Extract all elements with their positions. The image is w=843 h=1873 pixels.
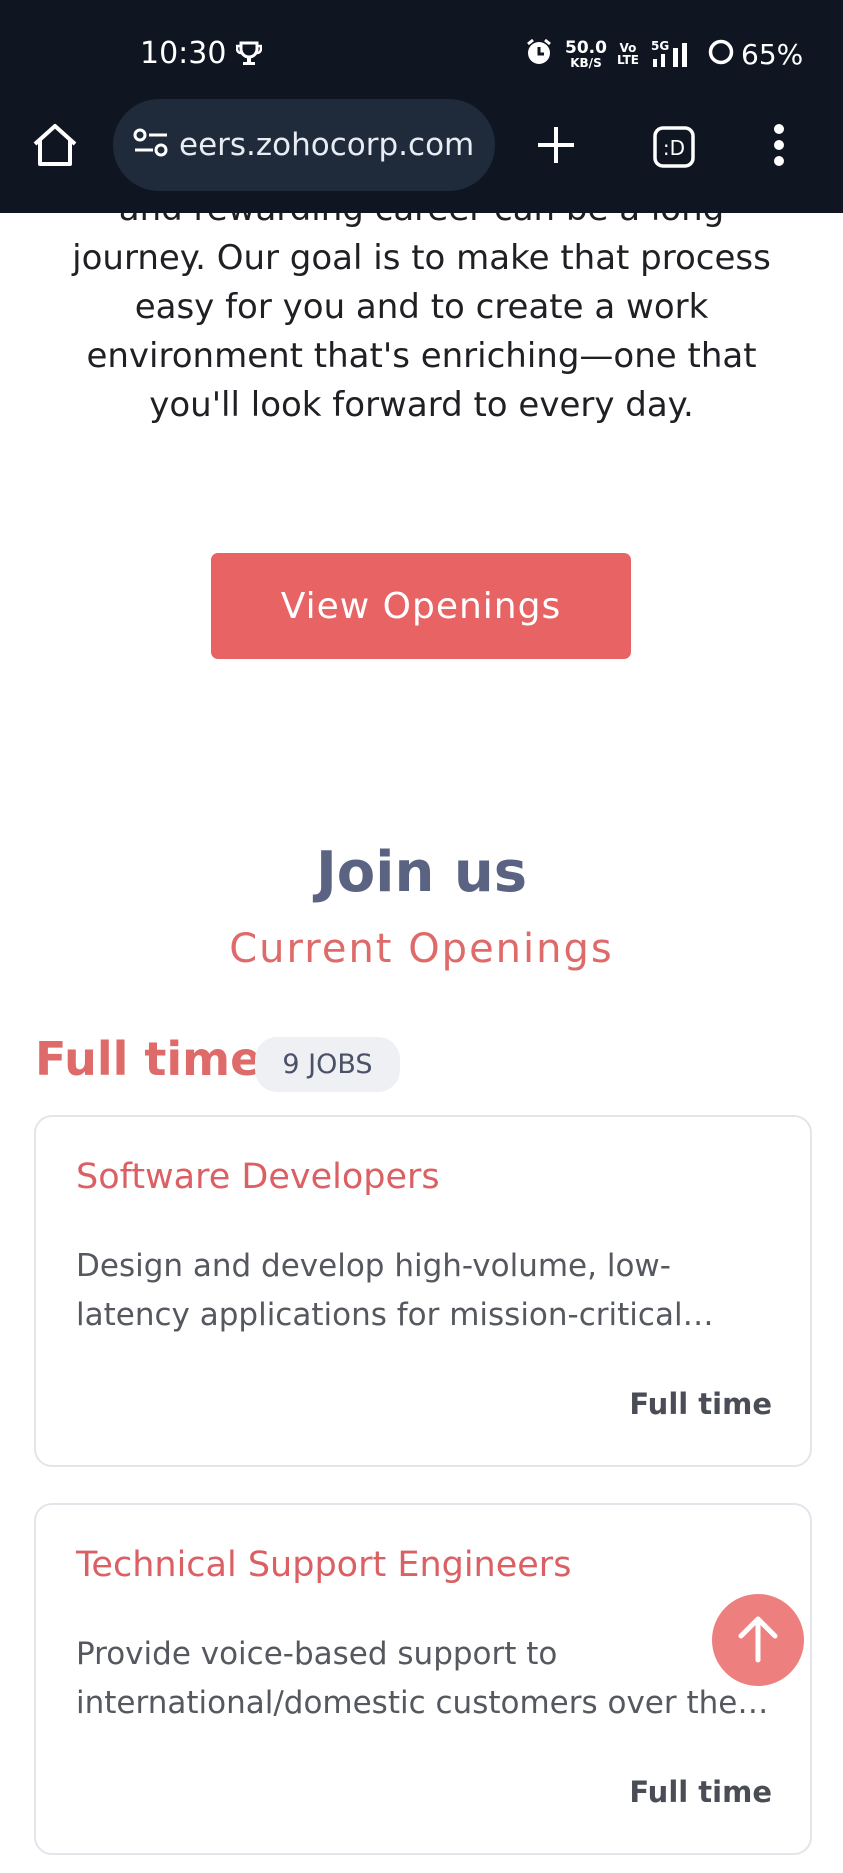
more-menu-icon[interactable] [772, 124, 786, 171]
battery-percent: 65% [741, 37, 804, 71]
intro-paragraph: and rewarding career can be a long journ… [72, 189, 771, 425]
job-type: Full time [629, 1775, 772, 1809]
job-type: Full time [629, 1387, 772, 1421]
category-heading: Full time [35, 1032, 262, 1086]
battery-ring-icon [707, 38, 735, 71]
tab-switcher-button[interactable]: :D [652, 125, 696, 174]
join-us-heading: Join us [315, 840, 528, 905]
address-bar[interactable]: eers.zohocorp.com [113, 99, 495, 191]
home-icon[interactable] [30, 122, 80, 173]
scroll-to-top-button[interactable] [712, 1594, 804, 1686]
signal-5g-icon: 5G [649, 39, 701, 69]
job-card[interactable]: Technical Support Engineers Provide voic… [34, 1503, 812, 1855]
status-icons: 50.0 KB/S Vo LTE 5G 65% [525, 34, 803, 74]
network-speed-unit: KB/S [570, 55, 602, 70]
svg-text::D: :D [663, 136, 685, 160]
url-text[interactable]: eers.zohocorp.com [179, 127, 474, 163]
view-openings-button[interactable]: View Openings [211, 553, 631, 659]
job-title[interactable]: Software Developers [76, 1157, 440, 1197]
current-openings-subtitle: Current Openings [229, 926, 614, 972]
volte-indicator: Vo LTE [617, 42, 639, 66]
svg-text:5G: 5G [651, 39, 669, 53]
site-settings-icon[interactable] [133, 128, 169, 163]
job-title[interactable]: Technical Support Engineers [76, 1545, 571, 1585]
trophy-icon [235, 40, 263, 73]
jobs-count-badge: 9 JOBS [255, 1037, 400, 1092]
job-description: Design and develop high-volume, low-late… [76, 1248, 683, 1333]
browser-toolbar: 10:30 50.0 KB/S Vo LTE 5G 65% eers.zohoc… [0, 0, 843, 213]
new-tab-icon[interactable] [535, 124, 577, 171]
network-speed: 50.0 KB/S [565, 37, 607, 70]
job-description: Provide voice-based support to internati… [76, 1636, 738, 1721]
volte-bottom: LTE [616, 53, 639, 67]
alarm-icon [525, 38, 553, 71]
status-time: 10:30 [140, 36, 227, 71]
arrow-up-icon [736, 1614, 780, 1667]
network-speed-value: 50.0 [565, 37, 607, 58]
job-card[interactable]: Software Developers Design and develop h… [34, 1115, 812, 1467]
